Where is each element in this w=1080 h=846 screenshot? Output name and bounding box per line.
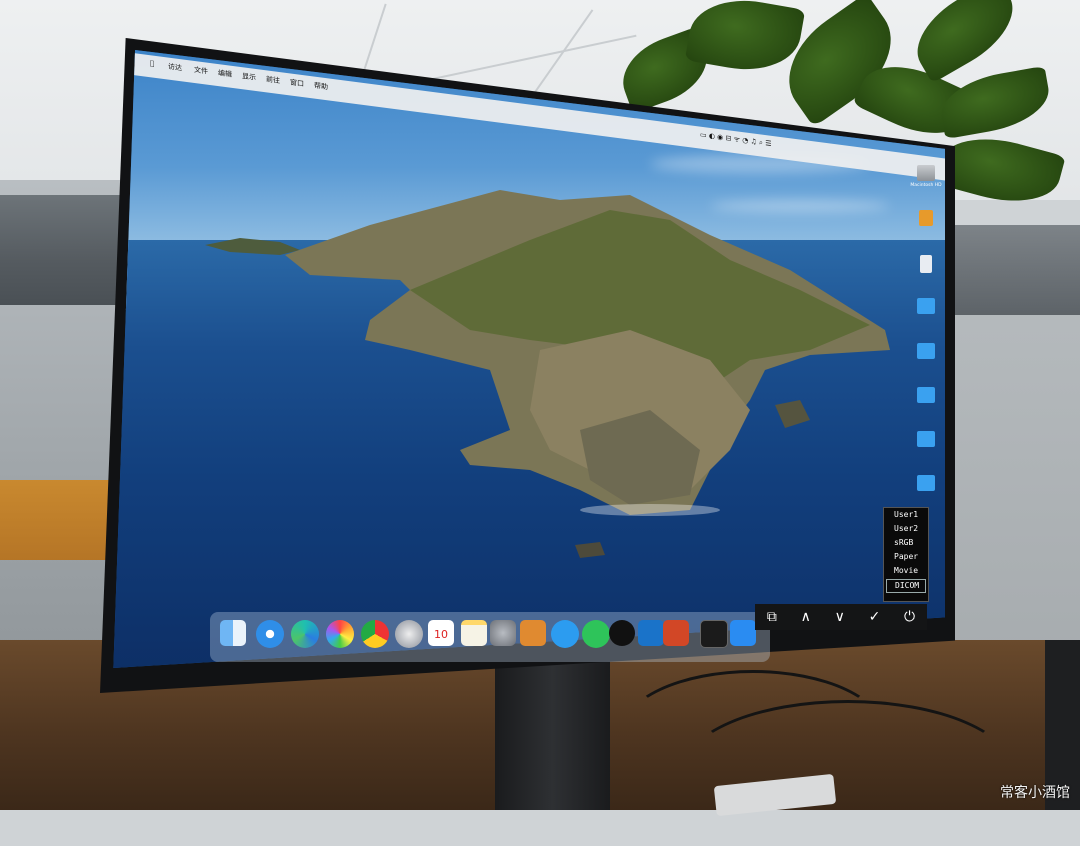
osd-button-bar: ⧉ ∧ ∨ ✓ ⏻ bbox=[755, 604, 927, 630]
osd-item-paper[interactable]: Paper bbox=[884, 550, 928, 564]
document-icon bbox=[919, 210, 933, 226]
input-source-icon[interactable]: ⧉ bbox=[767, 609, 777, 625]
finder-icon[interactable] bbox=[220, 620, 246, 646]
osd-item-user1[interactable]: User1 bbox=[884, 508, 928, 522]
monitor-stand bbox=[495, 650, 610, 810]
menu-item-go[interactable]: 前往 bbox=[266, 74, 280, 86]
watermark: 常客小酒馆 bbox=[1000, 785, 1070, 801]
desktop-icon-label: Macintosh HD bbox=[910, 183, 942, 188]
wall bbox=[940, 300, 1080, 680]
desktop-icon-doc[interactable] bbox=[910, 255, 942, 273]
desktop-icon-folder[interactable] bbox=[910, 431, 942, 447]
check-icon[interactable]: ✓ bbox=[869, 609, 881, 625]
wechat-icon[interactable] bbox=[582, 620, 610, 648]
launchpad-icon[interactable] bbox=[395, 620, 423, 648]
notes-icon[interactable] bbox=[461, 620, 487, 646]
desk-partition bbox=[0, 480, 120, 560]
chevron-up-icon[interactable]: ∧ bbox=[801, 609, 811, 625]
osd-menu: User1 User2 sRGB Paper Movie DICOM bbox=[883, 507, 929, 602]
monitor-screen:  访达 文件 编辑 显示 前往 窗口 帮助 ▭ ◐ ◉ ⊟ ᯤ ◔ ♫ ⌕ ☰ bbox=[113, 50, 945, 668]
app-store-icon[interactable] bbox=[730, 620, 756, 646]
terminal-icon[interactable] bbox=[700, 620, 728, 648]
disk-icon bbox=[917, 165, 935, 181]
desktop-icon-doc[interactable] bbox=[910, 210, 942, 226]
chrome-icon[interactable] bbox=[361, 620, 389, 648]
folder-icon bbox=[917, 475, 935, 491]
folder-icon bbox=[917, 431, 935, 447]
menu-item-window[interactable]: 窗口 bbox=[290, 77, 304, 89]
folder-icon bbox=[917, 343, 935, 359]
wall-rail bbox=[950, 225, 1080, 315]
osd-item-srgb[interactable]: sRGB bbox=[884, 536, 928, 550]
cable bbox=[680, 700, 1016, 846]
menu-item-edit[interactable]: 编辑 bbox=[218, 68, 232, 80]
qq-icon[interactable] bbox=[609, 620, 635, 646]
edge-icon[interactable] bbox=[291, 620, 319, 648]
wall-rail bbox=[0, 195, 125, 305]
power-icon[interactable]: ⏻ bbox=[904, 609, 915, 625]
system-preferences-icon[interactable] bbox=[490, 620, 516, 646]
desktop-icon-folder[interactable] bbox=[910, 298, 942, 314]
document-icon bbox=[920, 255, 932, 273]
safari-icon[interactable] bbox=[256, 620, 284, 648]
calendar-icon[interactable]: 10 bbox=[428, 620, 454, 646]
apple-icon[interactable]:  bbox=[150, 59, 154, 68]
books-icon[interactable] bbox=[520, 620, 546, 646]
desktop-icon-disk[interactable]: Macintosh HD bbox=[910, 165, 942, 188]
powerpoint-icon[interactable] bbox=[663, 620, 689, 646]
osd-item-movie[interactable]: Movie bbox=[884, 564, 928, 578]
folder-icon bbox=[917, 387, 935, 403]
menu-item-view[interactable]: 显示 bbox=[242, 71, 256, 83]
menu-item-file[interactable]: 文件 bbox=[194, 65, 208, 77]
folder-icon bbox=[917, 298, 935, 314]
menu-item-help[interactable]: 帮助 bbox=[314, 80, 328, 92]
chevron-down-icon[interactable]: ∨ bbox=[835, 609, 845, 625]
outlook-icon[interactable] bbox=[638, 620, 664, 646]
osd-item-dicom[interactable]: DICOM bbox=[886, 579, 926, 593]
menu-item-finder[interactable]: 访达 bbox=[168, 62, 182, 74]
messages-icon[interactable] bbox=[551, 620, 579, 648]
photos-icon[interactable] bbox=[326, 620, 354, 648]
desktop-icon-folder[interactable] bbox=[910, 343, 942, 359]
desktop-icon-folder[interactable] bbox=[910, 475, 942, 491]
desktop-icon-folder[interactable] bbox=[910, 387, 942, 403]
osd-item-user2[interactable]: User2 bbox=[884, 522, 928, 536]
